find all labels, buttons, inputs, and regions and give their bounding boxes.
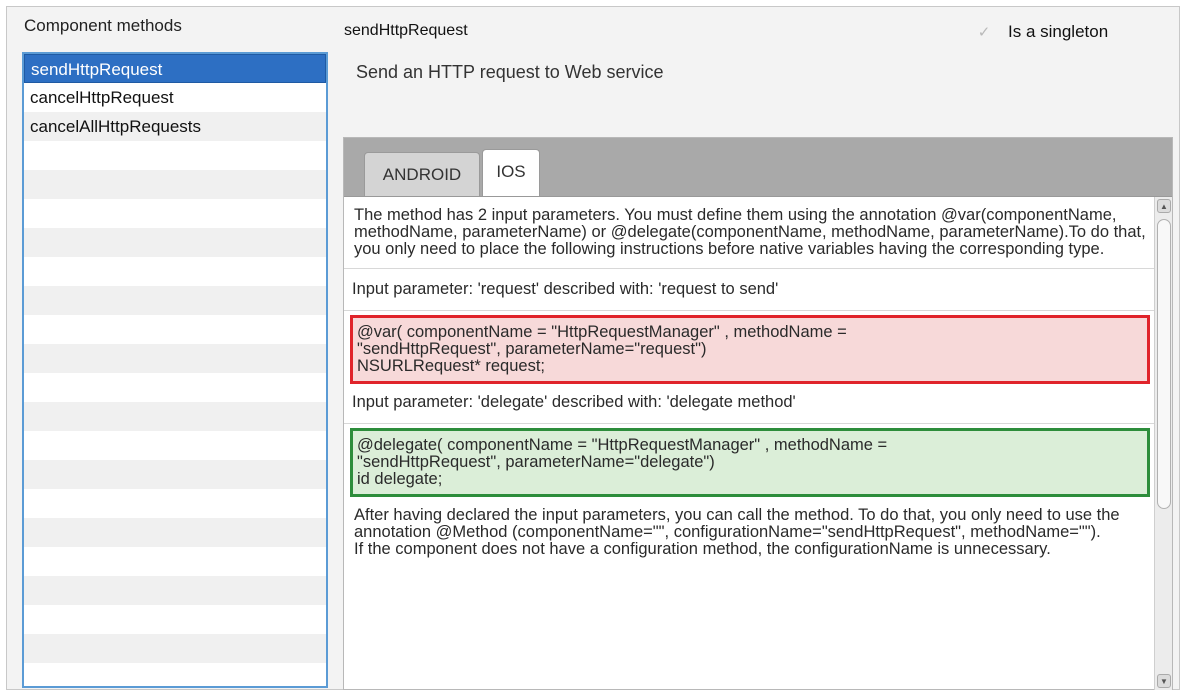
scroll-up-arrow-icon[interactable]: ▲	[1157, 199, 1171, 213]
intro-paragraph: The method has 2 input parameters. You m…	[352, 207, 1150, 268]
method-list[interactable]: sendHttpRequest cancelHttpRequest cancel…	[22, 52, 328, 688]
platform-tab-panel: ANDROID IOS The method has 2 input param…	[343, 137, 1173, 690]
method-list-empty-row	[24, 605, 326, 634]
method-list-empty-row	[24, 489, 326, 518]
code-line: "sendHttpRequest", parameterName="delega…	[357, 453, 715, 471]
method-list-empty-row	[24, 402, 326, 431]
singleton-option: ✓ Is a singleton	[974, 22, 1108, 42]
method-list-empty-row	[24, 286, 326, 315]
method-list-empty-row	[24, 199, 326, 228]
param2-text: Input parameter: 'delegate' described wi…	[352, 393, 796, 411]
code-line: @delegate( componentName = "HttpRequestM…	[357, 436, 888, 454]
divider	[344, 423, 1156, 424]
code-line: "sendHttpRequest", parameterName="reques…	[357, 340, 707, 358]
selected-method-title: sendHttpRequest	[344, 22, 468, 39]
method-item-cancelallhttprequests[interactable]: cancelAllHttpRequests	[24, 112, 326, 141]
code-line: @var( componentName = "HttpRequestManage…	[357, 323, 847, 341]
method-list-empty-row	[24, 431, 326, 460]
param2-paragraph: Input parameter: 'delegate' described wi…	[352, 384, 1150, 423]
method-list-empty-row	[24, 460, 326, 489]
method-list-empty-row	[24, 663, 326, 686]
param1-text: Input parameter: 'request' described wit…	[352, 280, 779, 298]
configuration-note-text: If the component does not have a configu…	[354, 540, 1051, 558]
divider	[344, 310, 1156, 311]
method-description: Send an HTTP request to Web service	[356, 62, 664, 82]
method-call-paragraph: After having declared the input paramete…	[352, 497, 1150, 558]
tab-android[interactable]: ANDROID	[364, 152, 480, 196]
method-list-empty-row	[24, 373, 326, 402]
method-list-empty-row	[24, 634, 326, 663]
method-list-empty-row	[24, 518, 326, 547]
code-line: NSURLRequest* request;	[357, 357, 546, 375]
code-line: id delegate;	[357, 470, 443, 488]
method-call-text: After having declared the input paramete…	[354, 506, 1120, 541]
method-list-empty-row	[24, 315, 326, 344]
singleton-label: Is a singleton	[1008, 22, 1109, 41]
var-annotation-code-box: @var( componentName = "HttpRequestManage…	[350, 315, 1150, 384]
scroll-down-arrow-icon[interactable]: ▼	[1157, 674, 1171, 688]
method-item-cancelhttprequest[interactable]: cancelHttpRequest	[24, 83, 326, 112]
method-list-empty-row	[24, 344, 326, 373]
method-item-sendhttprequest[interactable]: sendHttpRequest	[24, 54, 326, 83]
scrollbar-thumb[interactable]	[1157, 219, 1171, 509]
delegate-annotation-code-box: @delegate( componentName = "HttpRequestM…	[350, 428, 1150, 497]
method-list-empty-row	[24, 141, 326, 170]
ios-documentation-content: The method has 2 input parameters. You m…	[344, 197, 1156, 690]
content-scrollbar[interactable]: ▲ ▼	[1154, 197, 1172, 690]
tab-ios[interactable]: IOS	[482, 149, 540, 196]
method-list-empty-row	[24, 257, 326, 286]
method-list-empty-row	[24, 228, 326, 257]
checkmark-icon: ✓	[977, 24, 991, 41]
method-list-empty-row	[24, 547, 326, 576]
intro-text: The method has 2 input parameters. You m…	[354, 206, 1146, 258]
method-list-empty-row	[24, 170, 326, 199]
component-methods-title: Component methods	[24, 16, 182, 35]
tab-bar: ANDROID IOS	[344, 138, 1172, 197]
param1-paragraph: Input parameter: 'request' described wit…	[352, 269, 1150, 310]
method-list-empty-row	[24, 576, 326, 605]
